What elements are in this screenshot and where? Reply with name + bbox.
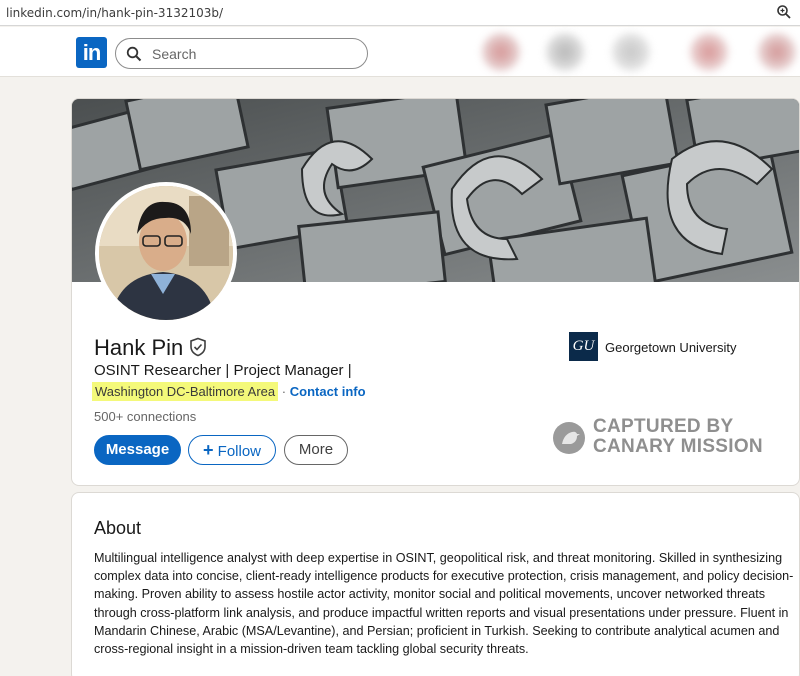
nav-item-blurred[interactable] xyxy=(482,33,520,71)
profile-name: Hank Pin xyxy=(94,335,184,360)
profile-card: Hank Pin OSINT Researcher | Project Mana… xyxy=(71,98,800,486)
follow-button[interactable]: + Follow xyxy=(188,435,276,465)
message-button[interactable]: Message xyxy=(94,435,181,465)
browser-url-bar[interactable]: linkedin.com/in/hank-pin-3132103b/ xyxy=(0,0,800,26)
watermark-stamp: CAPTURED BY CANARY MISSION xyxy=(553,417,798,459)
linkedin-logo[interactable]: in xyxy=(76,37,107,68)
location-line: Washington DC-Baltimore Area · Contact i… xyxy=(92,382,366,401)
stamp-line-2: CANARY MISSION xyxy=(593,436,763,457)
nav-item-blurred[interactable] xyxy=(758,33,796,71)
search-icon xyxy=(126,46,142,62)
profile-photo xyxy=(99,186,233,320)
search-input[interactable]: Search xyxy=(115,38,368,69)
plus-icon: + xyxy=(202,440,214,460)
contact-info-link[interactable]: Contact info xyxy=(290,384,366,399)
stamp-text: CAPTURED BY CANARY MISSION xyxy=(593,417,763,457)
profile-location: Washington DC-Baltimore Area xyxy=(92,382,279,401)
nav-item-blurred[interactable] xyxy=(690,33,728,71)
connections-count[interactable]: 500+ connections xyxy=(94,409,196,424)
top-nav: in Search xyxy=(0,27,800,77)
verified-shield-icon[interactable] xyxy=(188,337,208,357)
canary-bird-icon xyxy=(553,422,585,454)
more-button[interactable]: More xyxy=(284,435,348,465)
stamp-line-1: CAPTURED BY xyxy=(593,416,734,437)
url-text[interactable]: linkedin.com/in/hank-pin-3132103b/ xyxy=(6,6,223,20)
follow-label: Follow xyxy=(217,443,262,460)
search-placeholder: Search xyxy=(152,46,197,62)
nav-item-blurred[interactable] xyxy=(546,33,584,71)
separator-dot: · xyxy=(281,384,287,399)
profile-headline: OSINT Researcher | Project Manager | xyxy=(94,362,352,379)
avatar[interactable] xyxy=(95,182,237,324)
georgetown-logo[interactable]: GU xyxy=(569,332,598,361)
about-section: About Multilingual intelligence analyst … xyxy=(71,492,800,676)
zoom-icon[interactable] xyxy=(776,4,792,20)
about-title: About xyxy=(94,518,142,538)
about-text: Multilingual intelligence analyst with d… xyxy=(94,551,794,657)
nav-item-blurred[interactable] xyxy=(612,33,650,71)
education-name[interactable]: Georgetown University xyxy=(605,340,737,355)
